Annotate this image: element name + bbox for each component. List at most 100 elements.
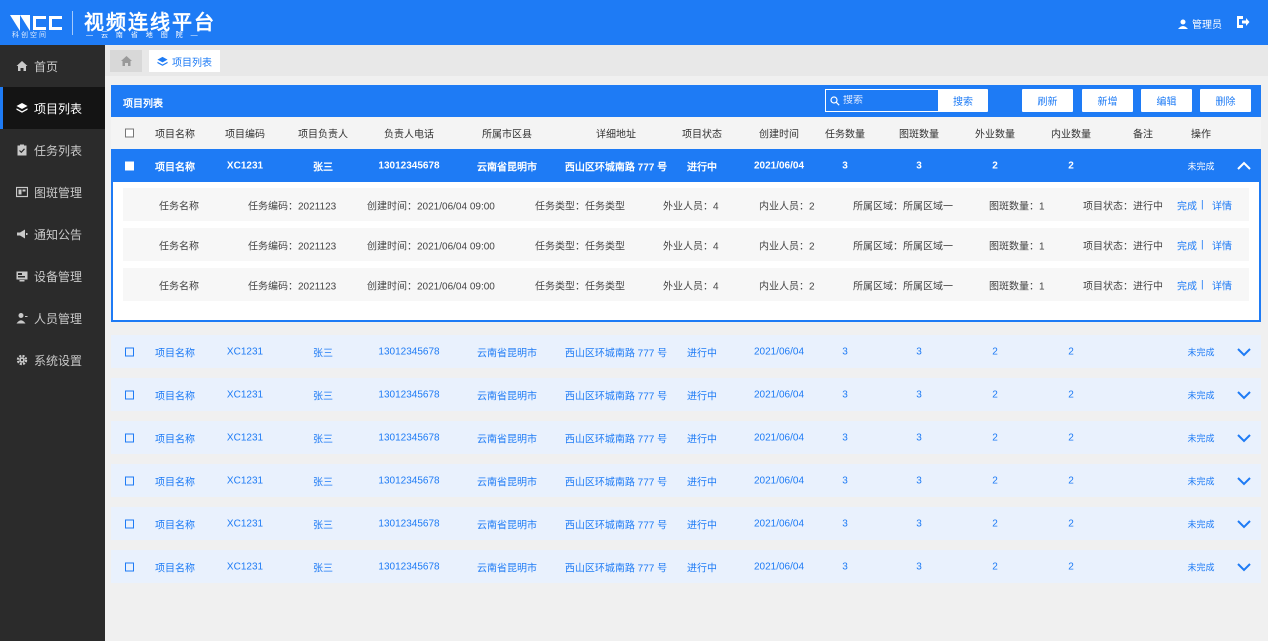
breadcrumb-tab-label: 项目列表 [172, 57, 212, 69]
task-status: 项目状态：进行中 [1083, 281, 1163, 292]
chevron-down-icon[interactable] [1237, 476, 1251, 486]
chevron-down-icon[interactable] [1237, 433, 1251, 443]
cell-city: 云南省昆明市 [477, 477, 537, 488]
column-header: 负责人电话 [384, 129, 434, 141]
cell-phone: 13012345678 [378, 432, 440, 443]
table-row-expanded[interactable]: 项目名称 XC1231 张三 13012345678 云南省昆明市 西山区环城南路 777… [111, 149, 1261, 182]
cell-office: 2 [1068, 389, 1074, 400]
cell-name: 项目名称 [155, 563, 195, 574]
home-icon [16, 61, 28, 71]
row-status-label: 未完成 [1187, 519, 1215, 529]
table-row[interactable]: 项目名称 XC1231 张三 13012345678 云南省昆明市 西山区环城南路 777… [111, 335, 1261, 368]
cell-spots: 3 [916, 160, 922, 171]
cell-owner: 张三 [313, 563, 333, 574]
table-row[interactable]: 项目名称 XC1231 张三 13012345678 云南省昆明市 西山区环城南路 777… [111, 421, 1261, 454]
chevron-down-icon[interactable] [1237, 519, 1251, 529]
sidebar-item-settings[interactable]: 系统设置 [0, 339, 105, 381]
task-detail-link[interactable]: 详情 [1212, 237, 1232, 252]
cell-tasks: 3 [842, 346, 848, 357]
cell-spots: 3 [916, 475, 922, 486]
table-row[interactable]: 项目名称 XC1231 张三 13012345678 云南省昆明市 西山区环城南路 777… [111, 378, 1261, 411]
search-button[interactable]: 搜索 [938, 89, 988, 112]
search-icon [830, 95, 840, 106]
row-checkbox[interactable] [125, 562, 134, 571]
user-menu[interactable]: 管理员 [1178, 16, 1222, 31]
task-code: 任务编码：2021123 [248, 201, 337, 212]
sidebar-item-personnel[interactable]: 人员管理 [0, 297, 105, 339]
table-row[interactable]: 项目名称 XC1231 张三 13012345678 云南省昆明市 西山区环城南路 777… [111, 464, 1261, 497]
cell-name: 项目名称 [155, 348, 195, 359]
column-header: 项目编码 [225, 129, 265, 141]
logo-divider [72, 11, 73, 35]
task-status: 项目状态：进行中 [1083, 201, 1163, 212]
edit-button[interactable]: 编辑 [1141, 89, 1192, 112]
chevron-up-icon[interactable] [1237, 161, 1251, 171]
table-row[interactable]: 项目名称 XC1231 张三 13012345678 云南省昆明市 西山区环城南路 777… [111, 507, 1261, 540]
cell-address: 西山区环城南路 777 号 [564, 434, 668, 445]
cell-office: 2 [1068, 518, 1074, 529]
breadcrumb-home-button[interactable] [110, 50, 142, 72]
sidebar-item-tasks[interactable]: 任务列表 [0, 129, 105, 171]
column-header: 操作 [1191, 129, 1211, 141]
cell-status: 进行中 [687, 520, 717, 531]
task-complete-link[interactable]: 完成 [1177, 237, 1197, 252]
table-row[interactable]: 项目名称 XC1231 张三 13012345678 云南省昆明市 西山区环城南路 777… [111, 550, 1261, 583]
cell-city: 云南省昆明市 [477, 348, 537, 359]
cell-tasks: 3 [842, 475, 848, 486]
sidebar-item-home[interactable]: 首页 [0, 45, 105, 87]
add-button[interactable]: 新增 [1082, 89, 1133, 112]
cell-field: 2 [992, 561, 998, 572]
task-complete-link[interactable]: 完成 [1177, 197, 1197, 212]
task-detail-link[interactable]: 详情 [1212, 277, 1232, 292]
chevron-down-icon[interactable] [1237, 562, 1251, 572]
chevron-down-icon[interactable] [1237, 390, 1251, 400]
task-office: 内业人员：2 [759, 201, 815, 212]
sidebar-item-spots[interactable]: 图斑管理 [0, 171, 105, 213]
cell-field: 2 [992, 432, 998, 443]
cell-date: 2021/06/04 [753, 561, 805, 572]
row-checkbox[interactable] [125, 519, 134, 528]
cell-phone: 13012345678 [378, 346, 440, 357]
panel-title: 项目列表 [123, 99, 163, 110]
row-checkbox[interactable] [125, 476, 134, 485]
row-status-label: 未完成 [1187, 347, 1215, 357]
cell-name: 项目名称 [155, 520, 195, 531]
sidebar-item-label: 图斑管理 [34, 185, 83, 200]
sidebar-item-notices[interactable]: 通知公告 [0, 213, 105, 255]
sidebar-item-label: 首页 [34, 59, 59, 74]
task-status: 项目状态：进行中 [1083, 241, 1163, 252]
breadcrumb-tab-projects[interactable]: 项目列表 [149, 50, 220, 72]
task-name: 任务名称 [159, 201, 199, 212]
task-detail-link[interactable]: 详情 [1212, 197, 1232, 212]
refresh-button[interactable]: 刷新 [1022, 89, 1073, 112]
cell-spots: 3 [916, 389, 922, 400]
cell-address: 西山区环城南路 777 号 [564, 348, 668, 359]
task-name: 任务名称 [159, 281, 199, 292]
row-checkbox[interactable] [125, 433, 134, 442]
delete-button[interactable]: 删除 [1200, 89, 1251, 112]
sidebar-item-projects[interactable]: 项目列表 [0, 87, 105, 129]
task-area: 所属区域：所属区域一 [853, 201, 953, 212]
logo-subtitle: 科创空间 [12, 32, 48, 39]
cell-date: 2021/06/04 [753, 160, 805, 171]
cell-date: 2021/06/04 [753, 475, 805, 486]
sidebar-item-devices[interactable]: 设备管理 [0, 255, 105, 297]
cell-status: 进行中 [687, 563, 717, 574]
row-checkbox[interactable] [125, 161, 134, 170]
cell-office: 2 [1068, 561, 1074, 572]
task-complete-link[interactable]: 完成 [1177, 277, 1197, 292]
select-all-checkbox[interactable] [125, 128, 134, 138]
search-input[interactable] [843, 95, 933, 106]
cell-owner: 张三 [313, 348, 333, 359]
chevron-down-icon[interactable] [1237, 347, 1251, 357]
row-checkbox[interactable] [125, 390, 134, 399]
cell-owner: 张三 [313, 434, 333, 445]
table-header: 项目名称 项目编码 项目负责人 负责人电话 所属市区县 详细地址 项目状态 创建时间 任务数量 图… [111, 117, 1261, 149]
logout-icon[interactable] [1236, 15, 1250, 29]
cell-code: XC1231 [226, 160, 264, 171]
cell-phone: 13012345678 [378, 561, 440, 572]
row-checkbox[interactable] [125, 347, 134, 356]
cell-status: 进行中 [687, 391, 717, 402]
task-detail-panel: 任务名称 任务编码：2021123 创建时间：2021/06/04 09:00 任务类… [111, 182, 1261, 322]
device-icon [16, 271, 28, 282]
